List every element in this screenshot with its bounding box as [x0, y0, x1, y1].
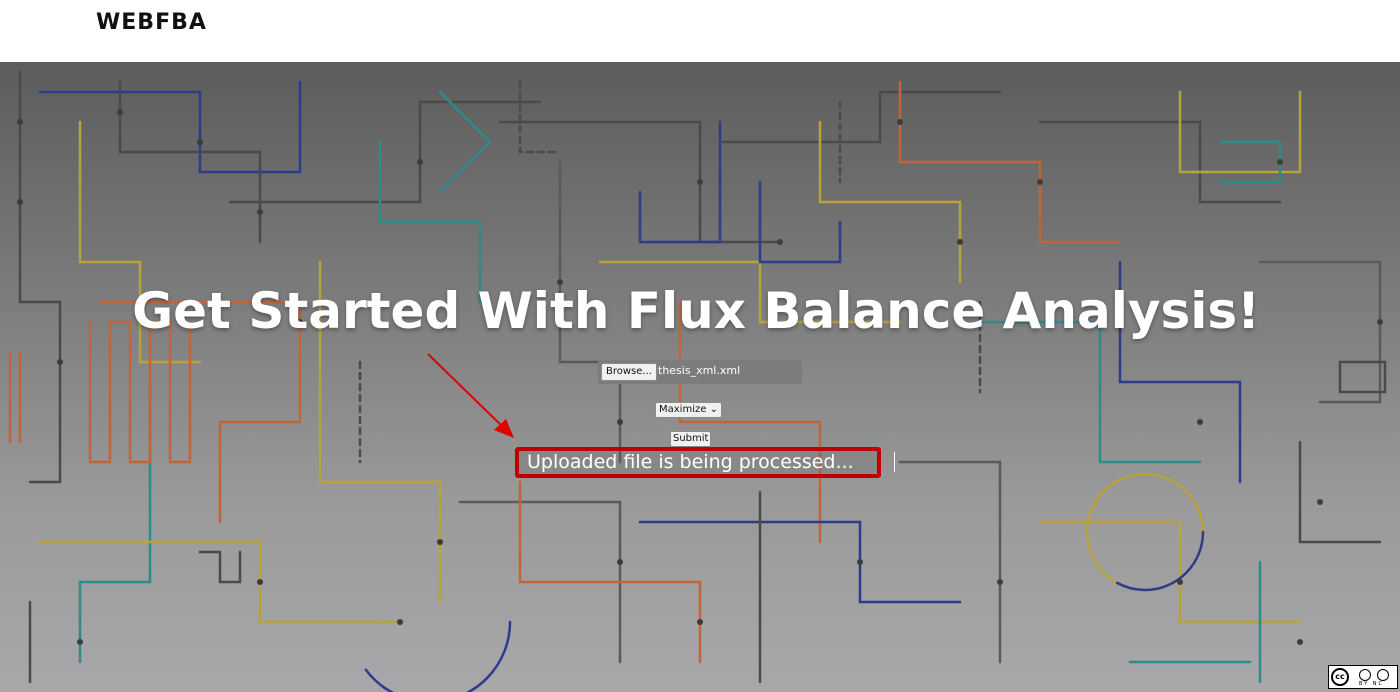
- cc-logo: cc: [1331, 668, 1349, 686]
- objective-select-value: Maximize: [659, 404, 707, 415]
- objective-select[interactable]: Maximize ⌄: [655, 402, 722, 418]
- status-highlight: Uploaded file is being processed...: [515, 447, 881, 478]
- status-message: Uploaded file is being processed...: [527, 451, 854, 473]
- hero-section: Get Started With Flux Balance Analysis! …: [0, 62, 1400, 692]
- submit-button[interactable]: Submit: [670, 431, 712, 447]
- browse-button[interactable]: Browse...: [601, 363, 657, 381]
- navbar: WEBFBA: [0, 0, 1400, 62]
- creative-commons-icon[interactable]: cc BY NC: [1328, 665, 1398, 689]
- by-icon: [1359, 669, 1371, 681]
- brand-logo[interactable]: WEBFBA: [96, 10, 207, 35]
- nc-icon: [1377, 669, 1389, 681]
- text-cursor: [894, 452, 895, 472]
- license-labels: BY NC: [1359, 681, 1385, 687]
- chevron-down-icon: ⌄: [709, 404, 718, 415]
- selected-file-name: thesis_xml.xml: [658, 364, 741, 377]
- file-upload-field[interactable]: Browse... thesis_xml.xml: [598, 360, 802, 384]
